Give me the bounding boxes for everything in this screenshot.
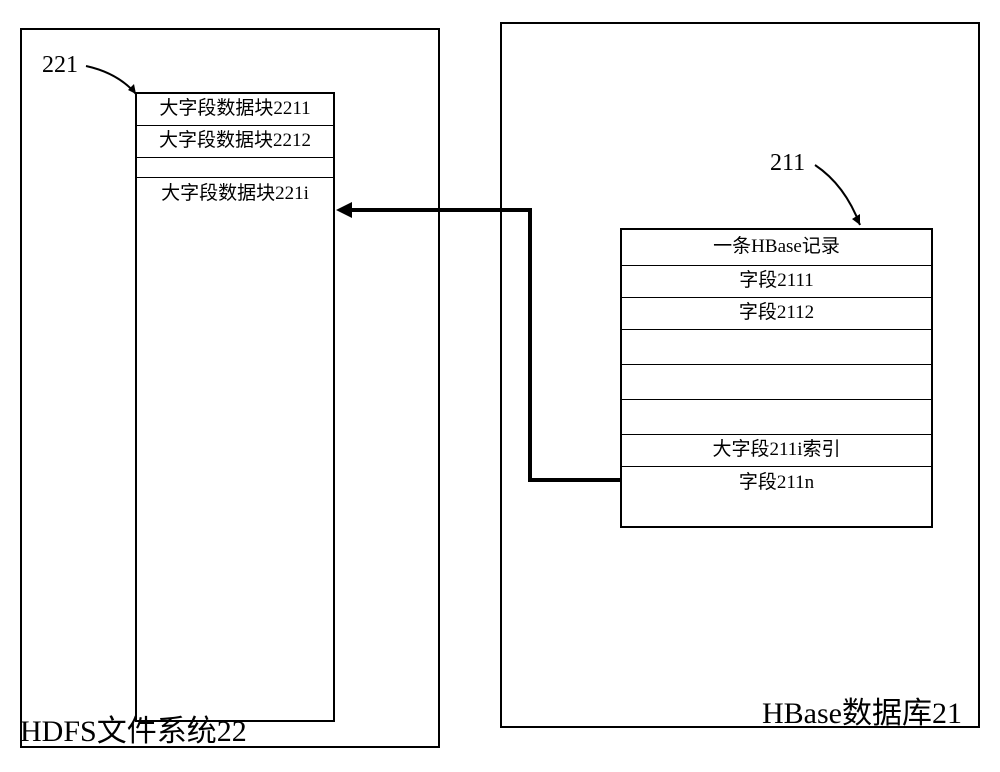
hbase-field-2: 字段2112 [622, 298, 931, 330]
hbase-field-1: 字段2111 [622, 266, 931, 298]
hdfs-row-empty [137, 158, 333, 178]
hdfs-row-1: 大字段数据块2211 [137, 94, 333, 126]
hbase-header: 一条HBase记录 [622, 230, 931, 266]
hbase-empty-1 [622, 330, 931, 365]
hbase-empty-2 [622, 365, 931, 400]
hdfs-file-box: 大字段数据块2211 大字段数据块2212 大字段数据块221i [135, 92, 335, 722]
hbase-empty-3 [622, 400, 931, 435]
label-211: 211 [770, 150, 805, 177]
hdfs-system-label: HDFS文件系统22 [20, 706, 247, 750]
label-221: 221 [42, 52, 78, 79]
hdfs-row-i: 大字段数据块221i [137, 178, 333, 210]
hbase-big-field: 大字段211i索引 [622, 435, 931, 467]
hdfs-row-2: 大字段数据块2212 [137, 126, 333, 158]
hbase-field-n: 字段211n [622, 467, 931, 499]
hbase-record-box: 一条HBase记录 字段2111 字段2112 大字段211i索引 字段211n [620, 228, 933, 528]
hbase-db-label: HBase数据库21 [762, 688, 962, 732]
